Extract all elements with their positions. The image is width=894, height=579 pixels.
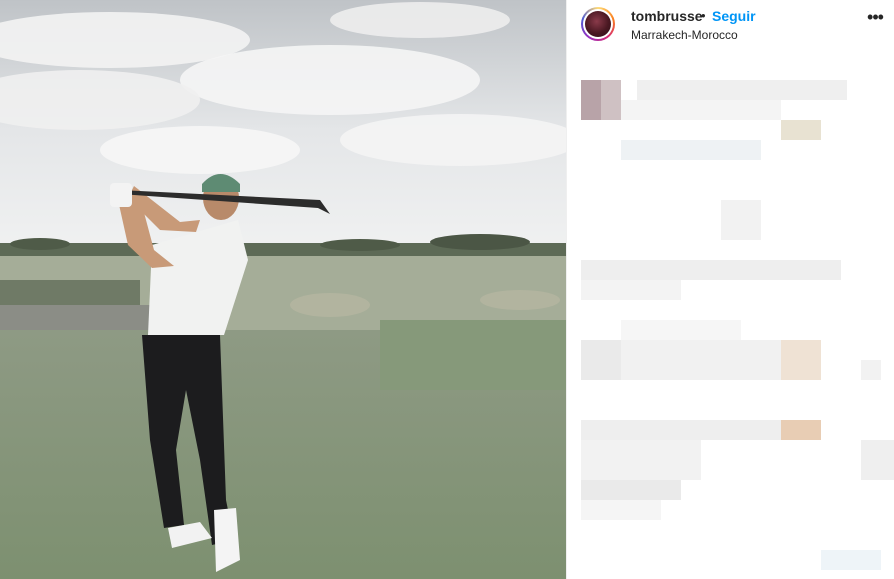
pixel-block	[581, 80, 601, 120]
pixel-block	[581, 420, 781, 440]
pixel-block	[581, 260, 841, 280]
pixel-block	[621, 100, 781, 120]
pixel-block	[581, 280, 681, 300]
pixel-block	[581, 340, 621, 380]
pixel-block	[581, 440, 701, 480]
pixel-block	[601, 80, 621, 120]
post-photo[interactable]	[0, 0, 566, 579]
more-horizontal-icon[interactable]: •••	[863, 8, 887, 30]
pixel-block	[781, 120, 821, 140]
pixel-block	[861, 440, 894, 480]
pixelated-comments-area	[567, 50, 894, 579]
avatar[interactable]	[581, 7, 615, 41]
post-sidebar: tombrusse • Seguir Marrakech-Morocco •••	[566, 0, 894, 579]
pixel-block	[721, 200, 761, 240]
separator-dot: •	[701, 8, 706, 23]
pixel-block	[581, 480, 681, 500]
follow-button[interactable]: Seguir	[712, 8, 756, 24]
post-header: tombrusse • Seguir Marrakech-Morocco •••	[567, 0, 894, 50]
location-link[interactable]: Marrakech-Morocco	[631, 28, 738, 42]
username-link[interactable]: tombrusse	[631, 8, 703, 24]
pixel-block	[621, 340, 781, 380]
pixel-block	[861, 360, 881, 380]
pixel-block	[621, 320, 741, 340]
pixel-block	[821, 550, 881, 570]
pixel-block	[581, 500, 661, 520]
pixel-block	[621, 140, 761, 160]
pixel-block	[781, 340, 821, 380]
pixel-block	[781, 420, 821, 440]
pixel-block	[637, 80, 847, 100]
golfer-image	[0, 0, 566, 579]
